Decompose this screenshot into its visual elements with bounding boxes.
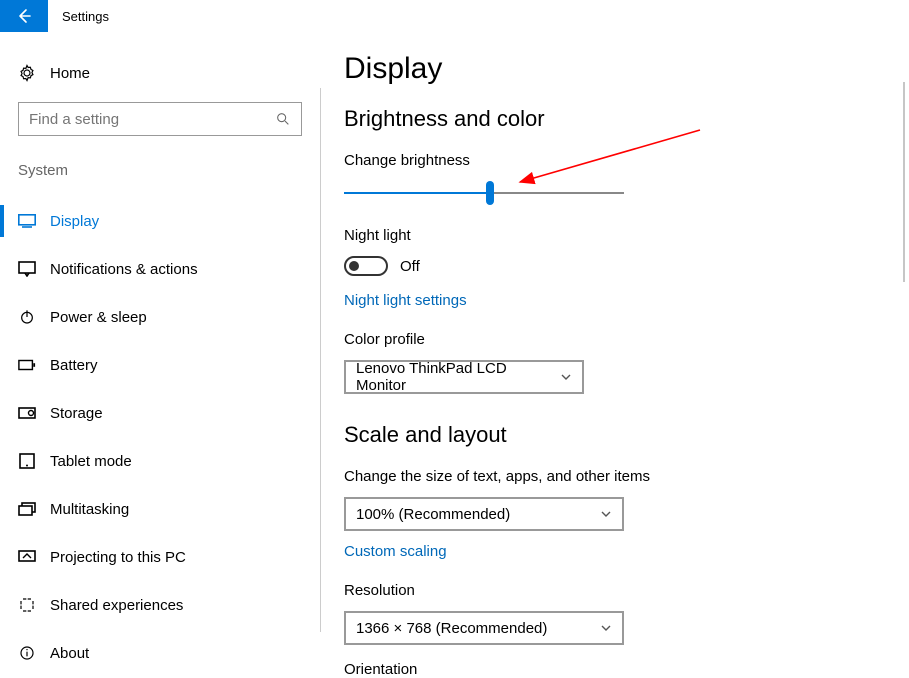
- size-label: Change the size of text, apps, and other…: [344, 468, 885, 485]
- content-pane: Display Brightness and color Change brig…: [320, 32, 909, 672]
- slider-fill: [344, 192, 490, 194]
- sidebar-home[interactable]: Home: [18, 58, 302, 102]
- sidebar-item-label: Projecting to this PC: [50, 549, 186, 566]
- search-input[interactable]: [29, 111, 275, 128]
- resolution-combo[interactable]: 1366 × 768 (Recommended): [344, 611, 624, 645]
- sidebar-group-header: System: [18, 162, 302, 179]
- sidebar-home-label: Home: [50, 65, 90, 82]
- brightness-slider[interactable]: [344, 181, 624, 205]
- slider-thumb[interactable]: [486, 181, 494, 205]
- color-profile-label: Color profile: [344, 331, 885, 348]
- sidebar-item-label: Tablet mode: [50, 453, 132, 470]
- brightness-label: Change brightness: [344, 152, 885, 169]
- section-scale: Scale and layout Change the size of text…: [344, 422, 885, 678]
- sidebar-item-storage[interactable]: Storage: [0, 389, 320, 437]
- titlebar: Settings: [0, 0, 909, 32]
- toggle-knob: [349, 261, 359, 271]
- night-light-toggle[interactable]: [344, 256, 388, 276]
- section-heading-scale: Scale and layout: [344, 422, 885, 448]
- sidebar-item-label: Power & sleep: [50, 309, 147, 326]
- search-icon: [275, 111, 291, 127]
- shared-icon: [18, 597, 36, 613]
- sidebar-item-label: Display: [50, 213, 99, 230]
- sidebar-item-label: Multitasking: [50, 501, 129, 518]
- storage-icon: [18, 407, 36, 419]
- sidebar-item-tablet[interactable]: Tablet mode: [0, 437, 320, 485]
- sidebar-item-about[interactable]: About: [0, 629, 320, 677]
- sidebar-item-label: Notifications & actions: [50, 261, 198, 278]
- sidebar-item-shared[interactable]: Shared experiences: [0, 581, 320, 629]
- multitasking-icon: [18, 502, 36, 516]
- sidebar-item-projecting[interactable]: Projecting to this PC: [0, 533, 320, 581]
- night-light-label: Night light: [344, 227, 885, 244]
- section-brightness: Brightness and color Change brightness N…: [344, 106, 885, 394]
- sidebar-item-notifications[interactable]: Notifications & actions: [0, 245, 320, 293]
- scale-value: 100% (Recommended): [356, 506, 510, 523]
- scale-combo[interactable]: 100% (Recommended): [344, 497, 624, 531]
- sidebar-item-multitasking[interactable]: Multitasking: [0, 485, 320, 533]
- sidebar-item-power[interactable]: Power & sleep: [0, 293, 320, 341]
- back-button[interactable]: [0, 0, 48, 32]
- about-icon: [18, 645, 36, 661]
- sidebar-item-label: About: [50, 645, 89, 662]
- sidebar-item-label: Battery: [50, 357, 98, 374]
- search-box[interactable]: [18, 102, 302, 136]
- back-arrow-icon: [15, 7, 33, 25]
- chevron-down-icon: [600, 508, 612, 520]
- power-icon: [18, 309, 36, 325]
- color-profile-value: Lenovo ThinkPad LCD Monitor: [356, 360, 560, 394]
- sidebar-nav: Display Notifications & actions Power & …: [0, 197, 320, 677]
- sidebar: Home System Display Notifications & acti…: [0, 32, 320, 672]
- notifications-icon: [18, 261, 36, 277]
- section-heading-brightness: Brightness and color: [344, 106, 885, 132]
- night-light-settings-link[interactable]: Night light settings: [344, 292, 467, 309]
- pane-divider: [320, 88, 321, 632]
- sidebar-item-display[interactable]: Display: [0, 197, 320, 245]
- color-profile-combo[interactable]: Lenovo ThinkPad LCD Monitor: [344, 360, 584, 394]
- resolution-label: Resolution: [344, 582, 885, 599]
- sidebar-item-battery[interactable]: Battery: [0, 341, 320, 389]
- orientation-label: Orientation: [344, 661, 885, 678]
- gear-icon: [18, 64, 36, 82]
- resolution-value: 1366 × 768 (Recommended): [356, 620, 547, 637]
- page-title: Display: [344, 52, 885, 86]
- display-icon: [18, 214, 36, 228]
- projecting-icon: [18, 550, 36, 564]
- sidebar-item-label: Storage: [50, 405, 103, 422]
- tablet-icon: [18, 453, 36, 469]
- chevron-down-icon: [600, 622, 612, 634]
- scrollbar[interactable]: [903, 82, 905, 282]
- night-light-state: Off: [400, 258, 420, 275]
- battery-icon: [18, 359, 36, 371]
- chevron-down-icon: [560, 371, 572, 383]
- custom-scaling-link[interactable]: Custom scaling: [344, 543, 447, 560]
- sidebar-item-label: Shared experiences: [50, 597, 183, 614]
- app-title: Settings: [48, 9, 109, 24]
